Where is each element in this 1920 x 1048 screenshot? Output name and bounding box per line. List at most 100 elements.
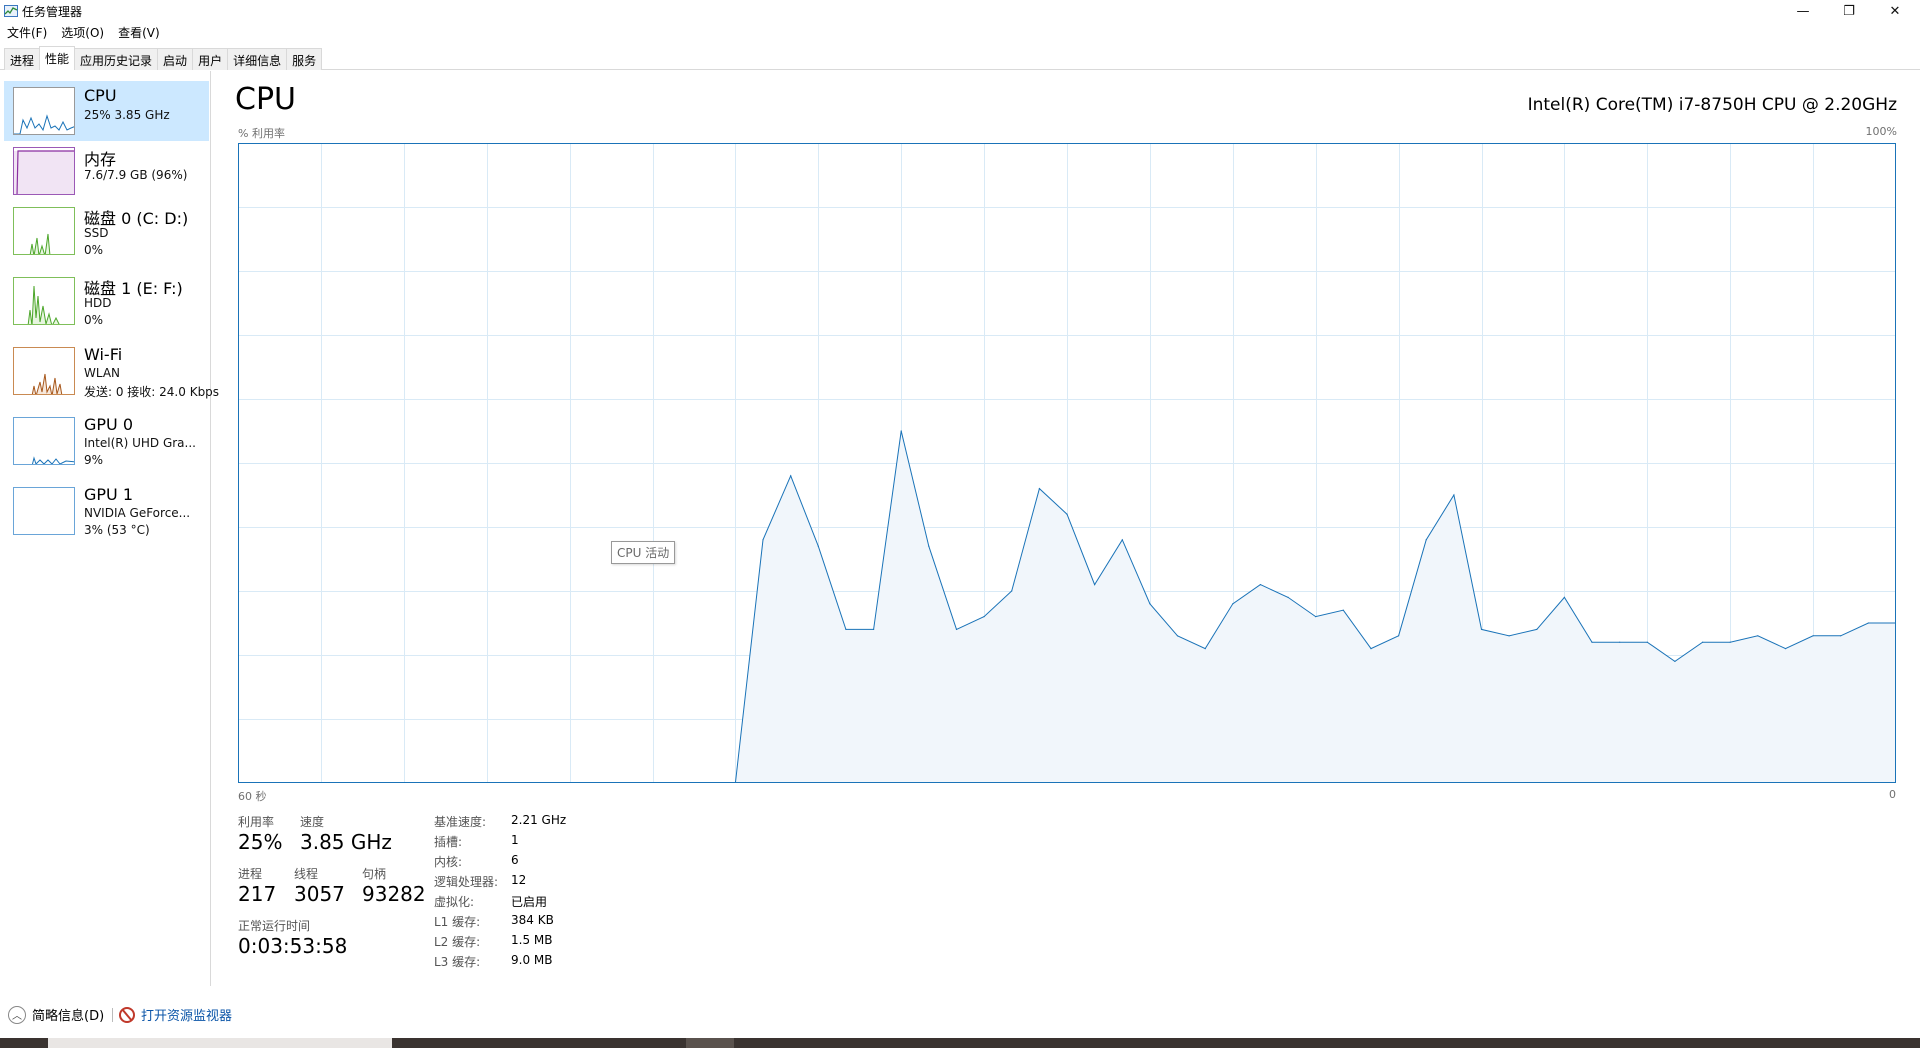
sidebar-gpu1-title: GPU 1	[84, 485, 134, 504]
spec-value-virtualization: 已启用	[511, 895, 548, 909]
cpu-data-point	[845, 628, 847, 630]
cpu-usage-chart	[238, 143, 1896, 783]
cpu-data-point	[1149, 603, 1151, 605]
spec-label-base-speed: 基准速度:	[434, 815, 487, 829]
cpu-data-point	[817, 545, 819, 547]
sidebar-disk0-usage: 0%	[84, 243, 104, 257]
spec-value-l2-cache: 1.5 MB	[511, 933, 553, 947]
cpu-data-point	[1536, 628, 1538, 630]
window-title: 任务管理器	[22, 5, 83, 19]
spec-label-virtualization: 虚拟化:	[434, 895, 475, 909]
cpu-data-point	[1232, 603, 1234, 605]
sidebar-memory-title: 内存	[84, 150, 117, 169]
spec-label-cores: 内核:	[434, 855, 463, 869]
tab-details[interactable]: 详细信息	[227, 48, 288, 70]
uptime-label: 正常运行时间	[238, 919, 311, 933]
processes-value: 217	[238, 882, 277, 906]
tab-performance[interactable]: 性能	[39, 46, 76, 70]
cpu-data-point	[1121, 539, 1123, 541]
threads-label: 线程	[294, 867, 319, 881]
cpu-data-point	[900, 430, 902, 432]
spec-value-l3-cache: 9.0 MB	[511, 953, 553, 967]
fewer-details-label: 简略信息(D)	[32, 1009, 105, 1024]
spec-value-cores: 6	[511, 853, 519, 867]
cpu-data-point	[1480, 628, 1483, 630]
footer-bar: ︿ 简略信息(D) 打开资源监视器	[0, 1004, 1920, 1026]
cpu-data-point	[1591, 641, 1593, 643]
sidebar-item-memory[interactable]: 内存 7.6/7.9 GB (96%)	[4, 141, 209, 201]
spec-value-base-speed: 2.21 GHz	[511, 813, 567, 827]
speed-label: 速度	[300, 815, 325, 829]
close-button[interactable]: ✕	[1872, 0, 1918, 22]
sidebar-item-cpu[interactable]: CPU 25% 3.85 GHz	[4, 81, 209, 141]
cpu-data-point	[1370, 648, 1372, 650]
x-axis-right-label: 0	[1889, 788, 1896, 801]
sidebar-disk0-type: SSD	[84, 226, 109, 240]
menu-options[interactable]: 选项(O)	[54, 22, 111, 42]
cpu-data-point	[1094, 584, 1096, 586]
cpu-mini-graph	[13, 87, 75, 135]
sidebar-wifi-type: WLAN	[84, 366, 121, 380]
cpu-data-point	[1204, 648, 1206, 650]
cpu-data-point	[1066, 513, 1068, 515]
wifi-mini-graph	[13, 347, 75, 395]
x-axis-left-label: 60 秒	[238, 790, 267, 803]
sidebar-item-disk-0[interactable]: 磁盘 0 (C: D:) SSD 0%	[4, 201, 209, 261]
fewer-details-button[interactable]: ︿ 简略信息(D)	[8, 1005, 104, 1024]
sidebar-item-gpu-0[interactable]: GPU 0 Intel(R) UHD Gra... 9%	[4, 411, 209, 471]
tab-users[interactable]: 用户	[192, 48, 229, 70]
sidebar-gpu0-model: Intel(R) UHD Gra...	[84, 436, 196, 450]
cpu-usage-chart-svg	[238, 143, 1896, 783]
sidebar-cpu-title: CPU	[84, 86, 117, 105]
cpu-data-point	[1867, 622, 1869, 624]
sidebar-item-gpu-1[interactable]: GPU 1 NVIDIA GeForce... 3% (53 °C)	[4, 481, 209, 541]
sidebar-item-disk-1[interactable]: 磁盘 1 (E: F:) HDD 0%	[4, 271, 209, 331]
processes-label: 进程	[238, 867, 263, 881]
tab-services[interactable]: 服务	[286, 48, 323, 70]
menu-bar: 文件(F) 选项(O) 查看(V)	[0, 22, 167, 42]
uptime-value: 0:03:53:58	[238, 934, 348, 958]
sidebar-gpu0-title: GPU 0	[84, 415, 134, 434]
menu-file[interactable]: 文件(F)	[0, 22, 54, 42]
cpu-data-point	[1784, 648, 1787, 650]
sidebar-disk1-type: HDD	[84, 296, 112, 310]
resource-monitor-icon	[119, 1006, 135, 1023]
chevron-up-icon: ︿	[8, 1005, 26, 1024]
tab-processes[interactable]: 进程	[4, 48, 41, 70]
cpu-data-point	[1038, 488, 1040, 490]
taskbar-active-segment[interactable]	[686, 1038, 734, 1048]
gpu1-mini-graph	[13, 487, 75, 535]
sidebar-cpu-detail: 25% 3.85 GHz	[84, 108, 170, 122]
cpu-activity-tooltip: CPU 活动	[611, 541, 676, 564]
cpu-data-point	[1563, 596, 1565, 598]
restore-button[interactable]: ❐	[1826, 0, 1872, 22]
cpu-data-point	[1812, 635, 1814, 637]
task-manager-icon	[4, 5, 18, 17]
menu-view[interactable]: 查看(V)	[111, 22, 167, 42]
utilization-label: 利用率	[238, 815, 275, 829]
cpu-data-point	[1646, 641, 1648, 643]
cpu-data-point	[983, 616, 985, 618]
tab-bar: 进程 性能 应用历史记录 启动 用户 详细信息 服务	[0, 46, 1920, 70]
gpu0-mini-graph	[13, 417, 75, 465]
threads-value: 3057	[294, 882, 345, 906]
page-title: CPU	[235, 82, 296, 117]
sidebar-item-wifi[interactable]: Wi-Fi WLAN 发送: 0 接收: 24.0 Kbps	[4, 341, 219, 401]
cpu-data-point	[1674, 660, 1676, 663]
y-axis-label: % 利用率	[238, 127, 285, 140]
tab-app-history[interactable]: 应用历史记录	[74, 48, 159, 70]
sidebar-gpu1-model: NVIDIA GeForce...	[84, 506, 191, 520]
tab-startup[interactable]: 启动	[157, 48, 194, 70]
spec-label-l1-cache: L1 缓存:	[434, 915, 481, 929]
spec-label-sockets: 插槽:	[434, 835, 463, 849]
spec-label-logical-processors: 逻辑处理器:	[434, 875, 499, 889]
taskbar-app-segment[interactable]	[48, 1038, 392, 1048]
sidebar-gpu1-usage: 3% (53 °C)	[84, 523, 150, 537]
footer-divider	[112, 1008, 113, 1022]
cpu-data-point	[873, 628, 875, 630]
y-axis-max-label: 100%	[1865, 125, 1897, 138]
cpu-data-point	[955, 628, 958, 630]
memory-mini-graph	[13, 147, 75, 195]
open-resource-monitor-link[interactable]: 打开资源监视器	[119, 1005, 232, 1024]
minimize-button[interactable]: —	[1780, 0, 1826, 22]
